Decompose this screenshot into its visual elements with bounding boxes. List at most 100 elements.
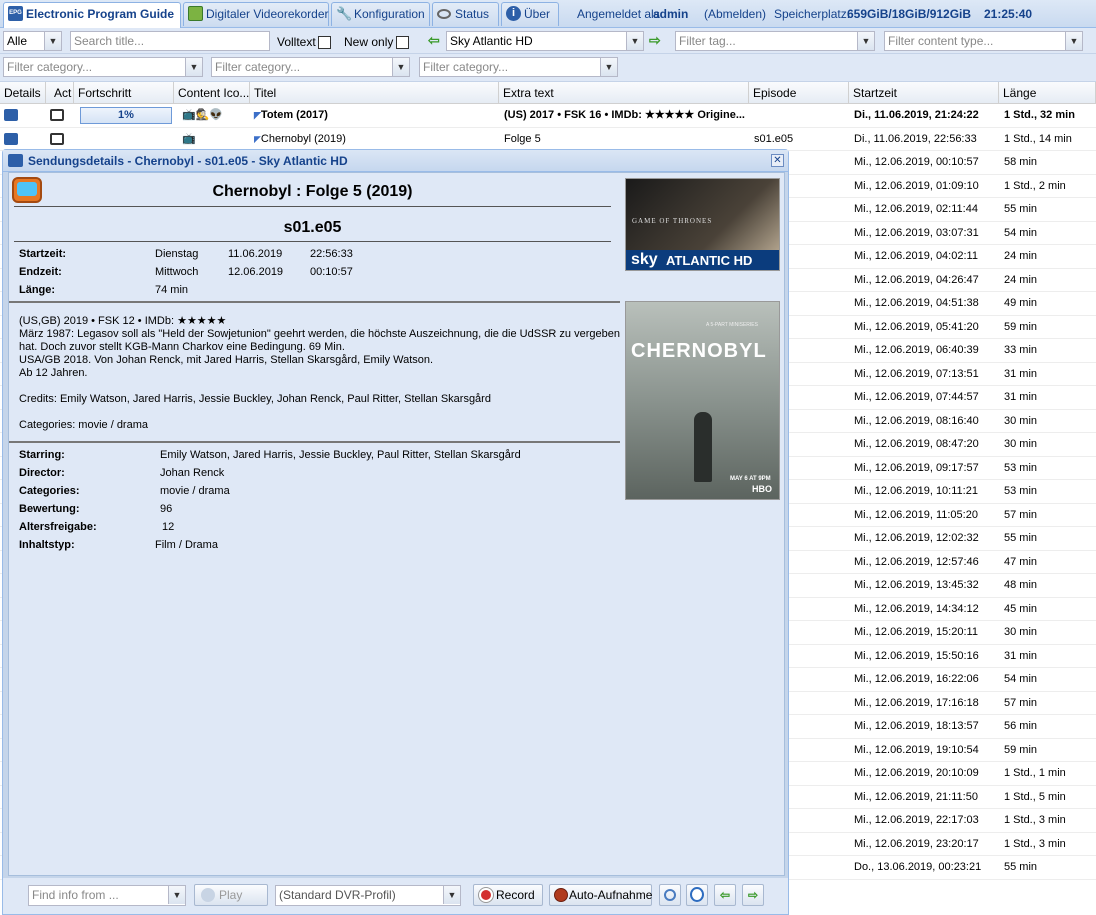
- desc-line: (US,GB) 2019 • FSK 12 • IMDb: ★★★★★: [19, 315, 227, 327]
- row-extra: Folge 5: [504, 132, 541, 145]
- row-title: ◤Totem (2017): [250, 104, 499, 127]
- channel-value: Sky Atlantic HD: [450, 34, 533, 48]
- row-length: 55 min: [1004, 532, 1038, 544]
- chevron-down-icon[interactable]: ▼: [185, 58, 202, 76]
- record-button[interactable]: Record: [473, 884, 543, 906]
- tv-icon[interactable]: [50, 132, 64, 145]
- row-start: Mi., 12.06.2019, 08:16:40: [854, 414, 979, 427]
- next-channel-icon[interactable]: ⇨: [649, 32, 661, 49]
- volltext-checkbox[interactable]: [318, 36, 331, 49]
- find-info-select[interactable]: Find info from ... ▼: [28, 885, 186, 906]
- col-start[interactable]: Startzeit: [849, 82, 999, 104]
- row-length: 45 min: [1004, 602, 1038, 615]
- tag-button[interactable]: [659, 884, 681, 906]
- next-program-button[interactable]: ⇨: [742, 884, 764, 906]
- row-length: 57 min: [1004, 696, 1038, 709]
- col-act[interactable]: Act: [50, 82, 74, 104]
- director-value: Johan Renck: [160, 467, 225, 479]
- filter-tag-select[interactable]: Filter tag... ▼: [675, 31, 875, 51]
- chevron-down-icon[interactable]: ▼: [1065, 32, 1082, 50]
- search-title-input[interactable]: Search title...: [70, 31, 270, 51]
- filter-category-3[interactable]: Filter category... ▼: [419, 57, 618, 77]
- row-length: 24 min: [1004, 250, 1038, 262]
- poster-brand: HBO: [752, 484, 772, 494]
- row-length: 1 Std., 5 min: [1004, 790, 1066, 803]
- channel-logo-band: sky ATLANTIC HD: [626, 250, 779, 270]
- row-start: Mi., 12.06.2019, 15:50:16: [854, 649, 979, 662]
- filter-category-1[interactable]: Filter category... ▼: [3, 57, 203, 77]
- filter-category-2-placeholder: Filter category...: [215, 60, 301, 74]
- tab-status[interactable]: Status: [432, 2, 499, 26]
- play-button[interactable]: Play: [194, 884, 268, 906]
- prev-program-button[interactable]: ⇦: [714, 884, 736, 906]
- chevron-down-icon[interactable]: ▼: [443, 886, 460, 904]
- dvr-profile-select[interactable]: (Standard DVR-Profil) ▼: [275, 885, 461, 906]
- prev-channel-icon[interactable]: ⇦: [428, 32, 440, 49]
- end-time: 00:10:57: [310, 266, 353, 278]
- starring-label: Starring:: [19, 449, 65, 461]
- chevron-down-icon[interactable]: ▼: [44, 32, 61, 50]
- chevron-down-icon[interactable]: ▼: [626, 32, 643, 50]
- table-row[interactable]: 1% 📺🕵👽 ◤Totem (2017) (US) 2017 • FSK 16 …: [0, 104, 1096, 128]
- new-only-label: New only: [344, 35, 394, 49]
- row-length: 1 Std., 14 min: [1004, 132, 1072, 145]
- filter-content-type-select[interactable]: Filter content type... ▼: [884, 31, 1083, 51]
- tab-dvr[interactable]: Digitaler Videorekorder: [183, 2, 329, 26]
- credits-line: Credits: Emily Watson, Jared Harris, Jes…: [19, 393, 491, 405]
- arrow-right-icon: ⇨: [747, 888, 759, 902]
- dialog-titlebar[interactable]: Sendungsdetails - Chernobyl - s01.e05 - …: [3, 150, 788, 172]
- row-length: 54 min: [1004, 226, 1038, 239]
- chevron-down-icon[interactable]: ▼: [168, 886, 185, 904]
- row-length: 1 Std., 1 min: [1004, 767, 1066, 779]
- clock-icon: [690, 887, 704, 902]
- col-progress[interactable]: Fortschritt: [74, 82, 174, 104]
- mode-select[interactable]: Alle ▼: [3, 31, 62, 51]
- starring-value: Emily Watson, Jared Harris, Jessie Buckl…: [160, 449, 521, 461]
- auto-record-button[interactable]: Auto-Aufnahme: [549, 884, 652, 906]
- row-start: Mi., 12.06.2019, 04:51:38: [854, 297, 979, 309]
- epg-icon: EPG: [8, 6, 23, 21]
- row-length: 57 min: [1004, 508, 1038, 521]
- auto-record-icon: [554, 888, 568, 902]
- col-length[interactable]: Länge: [999, 82, 1096, 104]
- clock-button[interactable]: [686, 884, 708, 906]
- row-start: Di., 11.06.2019, 21:24:22: [854, 109, 979, 121]
- tab-config[interactable]: 🔧 Konfiguration: [331, 2, 430, 26]
- filter-category-2[interactable]: Filter category... ▼: [211, 57, 410, 77]
- col-episode[interactable]: Episode: [749, 82, 849, 104]
- poster-figure: [694, 412, 712, 482]
- chevron-down-icon[interactable]: ▼: [392, 58, 409, 76]
- row-length: 53 min: [1004, 485, 1038, 497]
- row-start: Mi., 12.06.2019, 00:10:57: [854, 156, 979, 168]
- tv-icon[interactable]: [50, 109, 64, 121]
- tab-epg[interactable]: EPG Electronic Program Guide: [3, 2, 181, 28]
- col-content-icons[interactable]: Content Ico...: [174, 82, 250, 104]
- row-start: Mi., 12.06.2019, 03:07:31: [854, 226, 979, 239]
- poster-date: MAY 6 AT 9PM: [730, 476, 771, 482]
- categories-label: Categories:: [19, 485, 80, 497]
- divider: [9, 441, 620, 443]
- end-day: Mittwoch: [155, 266, 199, 278]
- chevron-down-icon[interactable]: ▼: [600, 58, 617, 76]
- tab-about[interactable]: i Über: [501, 2, 559, 26]
- record-icon: [479, 888, 493, 902]
- start-time: 22:56:33: [310, 248, 353, 260]
- row-length: 31 min: [1004, 391, 1038, 403]
- row-length: 59 min: [1004, 320, 1038, 333]
- logout-link[interactable]: (Abmelden): [704, 7, 766, 21]
- details-icon[interactable]: [4, 132, 18, 145]
- play-icon: [201, 888, 215, 902]
- col-extra[interactable]: Extra text: [499, 82, 749, 104]
- new-only-checkbox[interactable]: [396, 36, 409, 49]
- table-row[interactable]: 📺 ◤Chernobyl (2019) Folge 5 s01.e05 Di.,…: [0, 128, 1096, 151]
- dialog-toolbar: Find info from ... ▼ Play (Standard DVR-P…: [3, 878, 788, 914]
- channel-select[interactable]: Sky Atlantic HD ▼: [446, 31, 644, 51]
- col-title[interactable]: Titel: [250, 82, 499, 104]
- age-label: Altersfreigabe:: [19, 521, 97, 533]
- length-label: Länge:: [19, 284, 56, 296]
- close-icon[interactable]: ✕: [771, 154, 784, 167]
- dialog-title: Sendungsdetails - Chernobyl - s01.e05 - …: [28, 154, 348, 168]
- details-icon[interactable]: [4, 109, 18, 121]
- col-details[interactable]: Details: [0, 82, 46, 104]
- chevron-down-icon[interactable]: ▼: [857, 32, 874, 50]
